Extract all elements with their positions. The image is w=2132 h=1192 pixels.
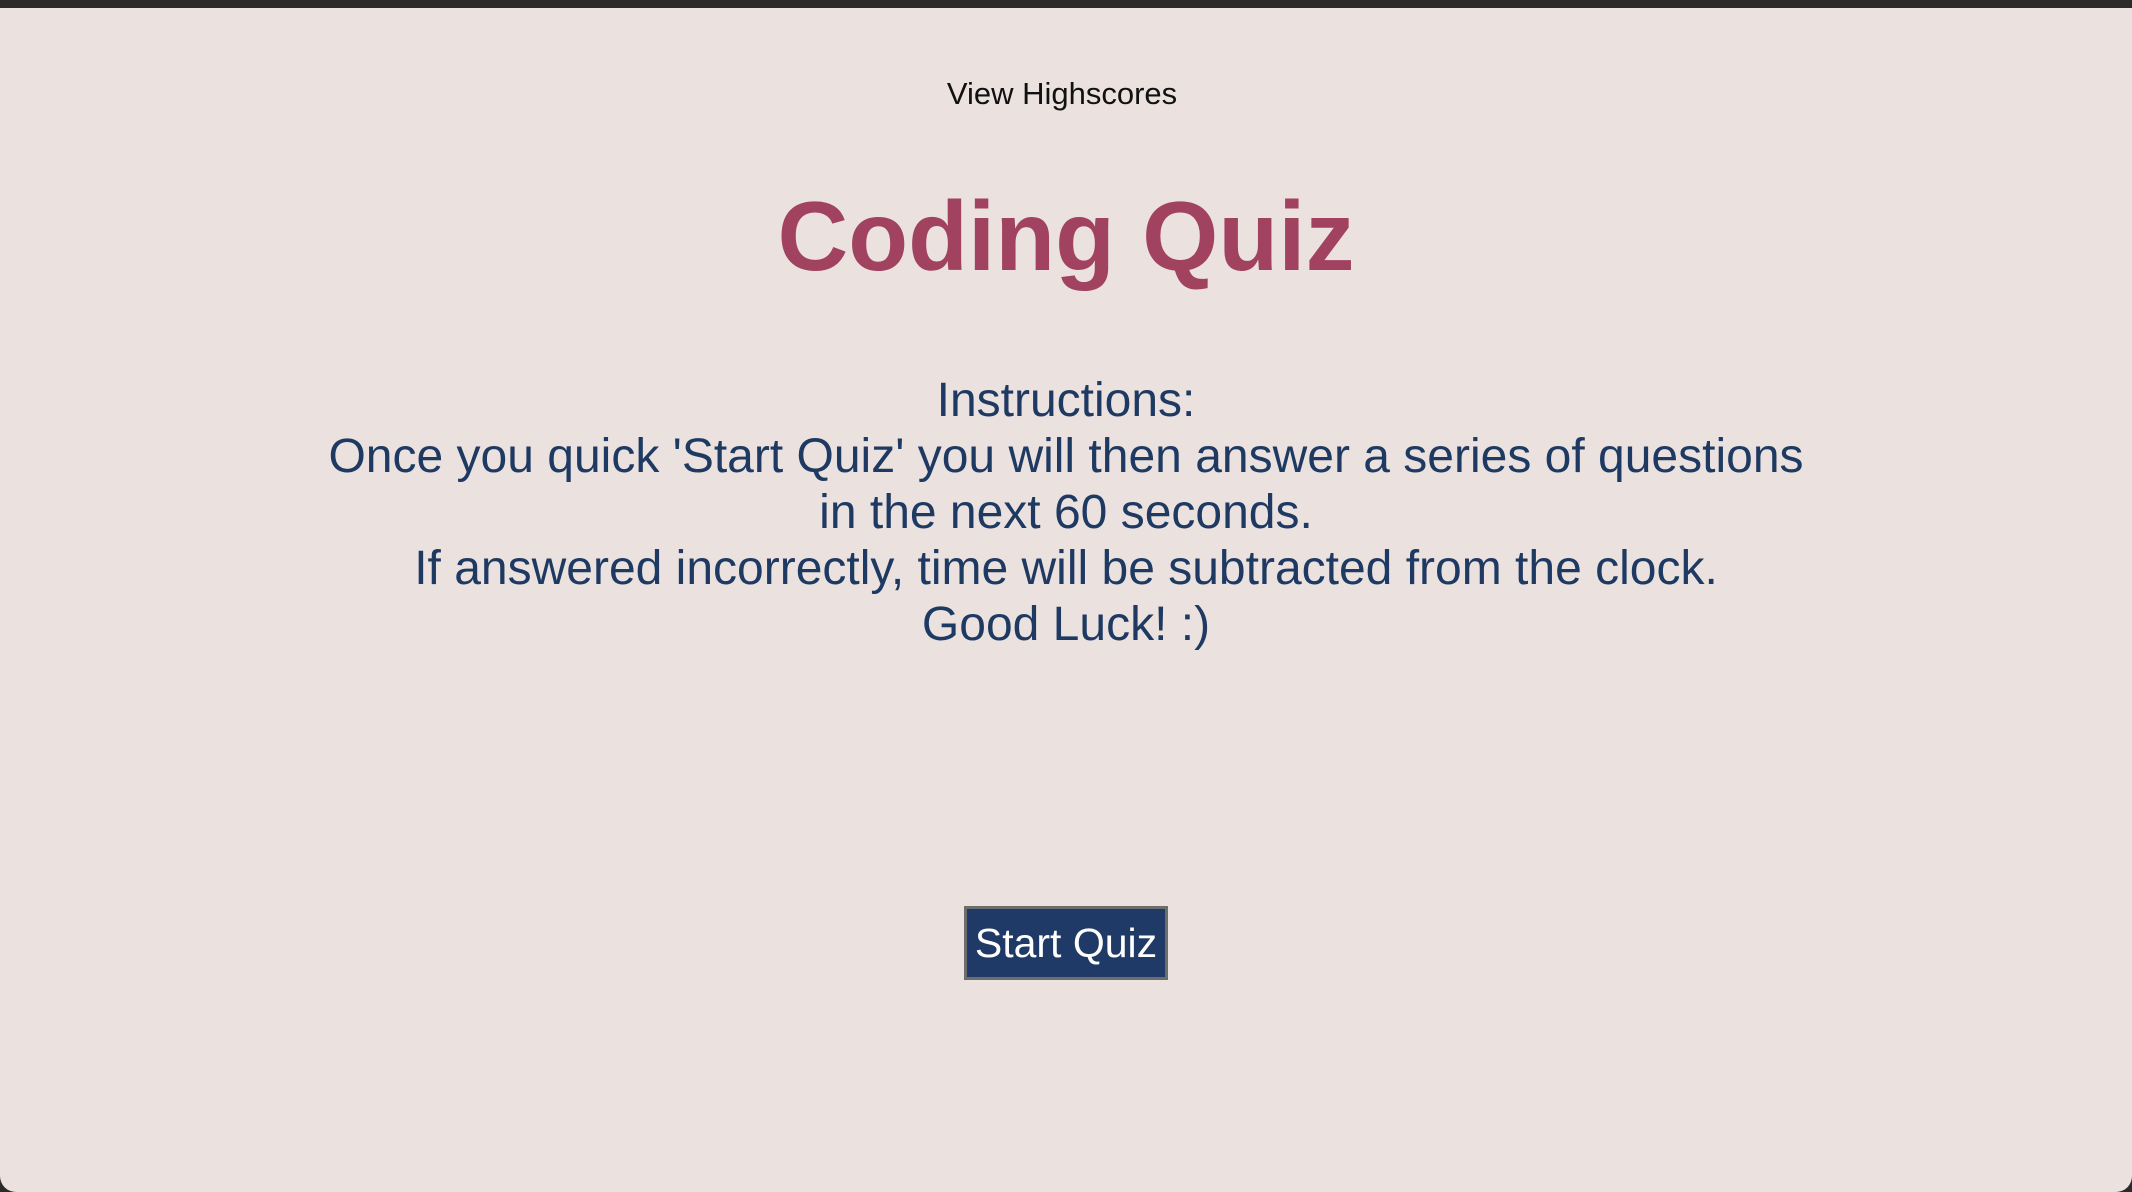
instructions-line: Once you quick 'Start Quiz' you will the… <box>328 430 1804 483</box>
view-highscores-link[interactable]: View Highscores <box>0 76 2132 112</box>
instructions-line: If answered incorrectly, time will be su… <box>414 542 1718 595</box>
start-quiz-button[interactable]: Start Quiz <box>964 906 1168 980</box>
page-title: Coding Quiz <box>777 181 1355 291</box>
instructions-heading: Instructions: <box>936 374 1196 427</box>
instructions-line: Good Luck! :) <box>921 598 1211 651</box>
instructions-block: Instructions: Once you quick 'Start Quiz… <box>0 373 2132 653</box>
view-highscores-label[interactable]: View Highscores <box>947 76 1177 112</box>
instructions-line: in the next 60 seconds. <box>819 486 1313 539</box>
browser-viewport: View Highscores Coding Quiz Instructions… <box>0 8 2132 1192</box>
